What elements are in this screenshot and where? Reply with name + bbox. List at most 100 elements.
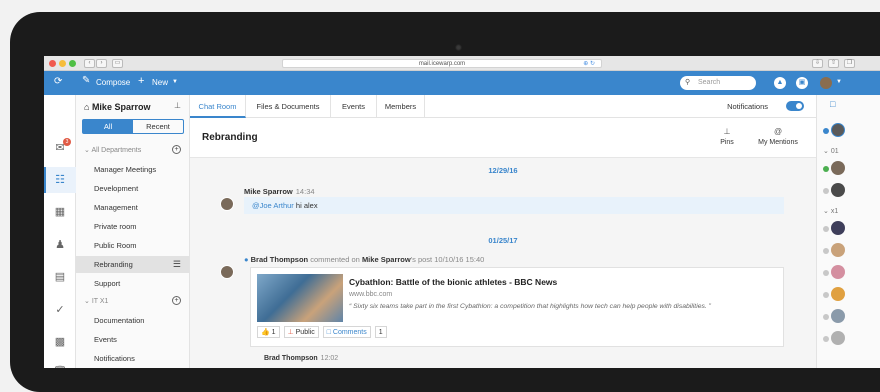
room-item[interactable]: Documentation <box>76 312 189 329</box>
contact-group-label: ⌄ 01 <box>823 147 839 155</box>
chevron-down-icon: ⌄ <box>823 208 831 215</box>
tasks-icon[interactable]: ✓ <box>53 303 67 317</box>
avatar <box>831 243 845 257</box>
date-separator: 01/25/17 <box>488 236 518 245</box>
filter-all-button[interactable]: All <box>83 120 133 133</box>
filter-recent-button[interactable]: Recent <box>133 120 183 133</box>
teamchat-module-icon[interactable]: ☷ <box>53 173 67 187</box>
download-icon[interactable]: ⇩ <box>812 59 823 68</box>
tabs-icon[interactable]: ❐ <box>844 59 855 68</box>
preview-url[interactable]: www.bbc.com <box>349 291 392 298</box>
hamburger-menu-icon[interactable]: ☰ <box>173 256 181 273</box>
compose-icon[interactable]: ✎ <box>82 75 90 86</box>
avatar <box>831 331 845 345</box>
minimize-window-button[interactable] <box>59 60 66 67</box>
group-header-all-departments[interactable]: ⌄ All Departments + <box>84 145 181 154</box>
contact-item[interactable] <box>823 309 845 325</box>
message-feed: 12/29/16 Mike Sparrow 14:34 @Joe Arthur h… <box>190 158 816 368</box>
new-button[interactable]: New <box>152 78 168 87</box>
app-toolbar: ⟳ ✎ Compose + New ▼ ⚲ Search ▲ ▣ ▼ <box>44 71 880 95</box>
back-icon[interactable]: ‹ <box>84 59 95 68</box>
refresh-icon[interactable]: ⟳ <box>54 76 62 87</box>
pins-button[interactable]: ⊥ Pins <box>712 127 742 146</box>
contact-item[interactable] <box>823 161 845 177</box>
notes-icon[interactable]: ▩ <box>53 335 67 349</box>
tab-files-documents[interactable]: Files & Documents <box>246 95 331 118</box>
post-author[interactable]: Brad Thompson <box>251 255 309 264</box>
group-header-it-x1[interactable]: ⌄ IT X1 + <box>84 296 181 305</box>
close-window-button[interactable] <box>49 60 56 67</box>
avatar[interactable] <box>220 265 234 279</box>
pin-panel-icon[interactable]: ⊥ <box>174 101 181 110</box>
room-item-active[interactable]: Rebranding ☰ <box>76 256 189 273</box>
contact-item[interactable] <box>823 123 845 139</box>
post-suffix: 's post <box>410 255 433 264</box>
search-input[interactable]: ⚲ Search <box>680 76 756 90</box>
activity-icon: ● <box>244 255 249 264</box>
sidebar-toggle-icon[interactable]: ▭ <box>112 59 123 68</box>
preview-title[interactable]: Cybathlon: Battle of the bionic athletes… <box>349 277 557 287</box>
contact-item[interactable] <box>823 183 845 199</box>
room-item[interactable]: Development <box>76 180 189 197</box>
contact-item[interactable] <box>823 243 845 259</box>
tab-events[interactable]: Events <box>331 95 377 118</box>
account-chevron-icon[interactable]: ▼ <box>836 79 842 85</box>
avatar[interactable] <box>220 197 234 211</box>
visibility-label: Public <box>295 329 315 336</box>
add-room-icon[interactable]: + <box>172 145 181 154</box>
like-button[interactable]: 👍 1 <box>257 326 280 338</box>
zoom-window-button[interactable] <box>69 60 76 67</box>
teamchat-icon[interactable]: ▲ <box>774 77 786 89</box>
room-item[interactable]: Notifications <box>76 350 189 367</box>
browser-titlebar: ‹ › ▭ mail.icewarp.com ⊕ ↻ ⇩ ⇧ ❐ <box>44 56 880 71</box>
contact-item[interactable] <box>823 287 845 303</box>
pins-label: Pins <box>720 139 734 146</box>
conference-icon[interactable]: ▣ <box>796 77 808 89</box>
address-bar[interactable]: mail.icewarp.com ⊕ ↻ <box>282 59 602 68</box>
room-item-label: Rebranding <box>94 260 133 269</box>
tab-chat-room[interactable]: Chat Room <box>190 95 246 118</box>
contact-item[interactable] <box>823 265 845 281</box>
room-header: Rebranding ⊥ Pins @ My Mentions <box>190 118 816 158</box>
contact-group-name: 01 <box>830 148 839 155</box>
add-room-icon[interactable]: + <box>172 296 181 305</box>
post-actions: 👍 1 ⊥ Public □ Comments 1 <box>257 326 387 338</box>
forward-icon[interactable]: › <box>96 59 107 68</box>
contacts-icon[interactable]: ♟ <box>53 238 67 252</box>
message-sender: Mike Sparrow 14:34 <box>244 187 315 196</box>
tab-members[interactable]: Members <box>377 95 425 118</box>
documents-icon[interactable]: ▤ <box>53 270 67 284</box>
status-dot <box>823 128 829 134</box>
mentions-button[interactable]: @ My Mentions <box>752 127 804 146</box>
link-preview-card[interactable]: Cybathlon: Battle of the bionic athletes… <box>250 267 784 347</box>
home-icon: ⌂ <box>84 102 92 112</box>
contact-item[interactable] <box>823 221 845 237</box>
status-dot <box>823 226 829 232</box>
compose-button[interactable]: Compose <box>96 78 130 87</box>
mention-link[interactable]: @Joe Arthur <box>252 201 294 210</box>
comments-count: 1 <box>374 326 387 338</box>
room-item[interactable]: Events <box>76 331 189 348</box>
comments-label: Comments <box>332 329 367 336</box>
notifications-toggle[interactable] <box>786 101 804 111</box>
room-item[interactable]: Public Room <box>76 237 189 254</box>
chat-bubble-icon[interactable]: □ <box>830 99 835 109</box>
room-item[interactable]: Private room <box>76 218 189 235</box>
calendar-icon[interactable]: ▦ <box>53 205 67 219</box>
chevron-down-icon: ▼ <box>172 79 178 85</box>
contact-item[interactable] <box>823 331 845 347</box>
post-time: 10/10/16 15:40 <box>434 255 485 264</box>
message-bubble[interactable]: @Joe Arthur hi alex <box>244 197 784 214</box>
share-icon[interactable]: ⇧ <box>828 59 839 68</box>
search-placeholder: Search <box>698 79 721 86</box>
visibility-button[interactable]: ⊥ Public <box>283 326 319 338</box>
room-item[interactable]: Manager Meetings <box>76 161 189 178</box>
room-item[interactable]: Management <box>76 199 189 216</box>
preview-thumbnail[interactable] <box>257 274 343 322</box>
user-avatar[interactable] <box>820 77 832 89</box>
reload-icon[interactable]: ⊕ ↻ <box>583 60 595 68</box>
comments-button[interactable]: □ Comments <box>322 326 371 338</box>
post-owner[interactable]: Mike Sparrow <box>362 255 411 264</box>
message-time: 12:02 <box>320 355 339 362</box>
room-item[interactable]: Support <box>76 275 189 292</box>
